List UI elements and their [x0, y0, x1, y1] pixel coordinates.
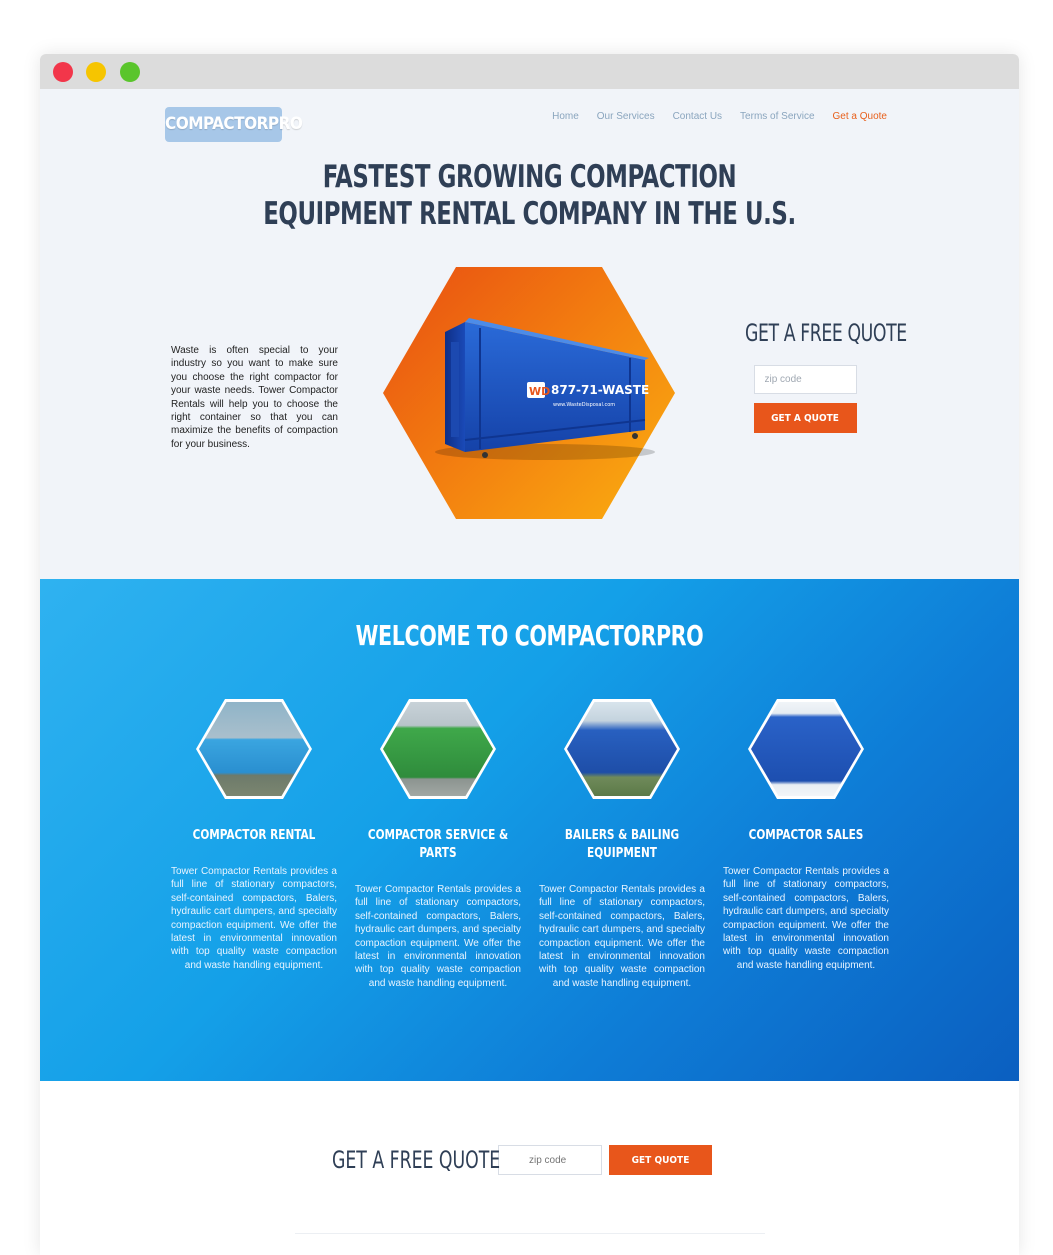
compactor-container-illustration: WD 877-71-WASTE www.WasteDisposal.com [405, 312, 661, 462]
service-description: Tower Compactor Rentals provides a full … [539, 884, 705, 989]
hero-section: COMPACTORPRO Home Our Services Contact U… [40, 89, 1019, 579]
service-description: Tower Compactor Rentals provides a full … [171, 866, 337, 971]
bottom-quote-form: GET A FREE QUOTE GET QUOTE [332, 1145, 712, 1175]
service-title-line-1: COMPACTOR SERVICE & [367, 828, 509, 843]
nav-our-services[interactable]: Our Services [597, 111, 655, 122]
bottom-quote-title: GET A FREE QUOTE [332, 1146, 501, 1174]
bottom-zip-code-input[interactable] [498, 1145, 602, 1175]
quote-form-title: GET A FREE QUOTE [745, 319, 907, 347]
service-title: COMPACTOR SALES [731, 827, 880, 845]
maximize-window-button[interactable] [120, 62, 140, 82]
hero-intro-text: Waste is often special to your industry … [171, 345, 338, 450]
nav-get-a-quote[interactable]: Get a Quote [833, 111, 887, 122]
service-title-line-1: COMPACTOR SALES [748, 828, 864, 843]
nav-home[interactable]: Home [552, 111, 579, 122]
service-title: COMPACTOR RENTAL [179, 827, 328, 845]
service-description: Tower Compactor Rentals provides a full … [355, 884, 521, 989]
service-image-frame [196, 699, 312, 799]
browser-window: COMPACTORPRO Home Our Services Contact U… [40, 54, 1019, 1255]
service-title: BAILERS & BAILING EQUIPMENT [547, 827, 696, 863]
get-quote-button[interactable]: GET QUOTE [609, 1145, 712, 1175]
nav-terms-of-service[interactable]: Terms of Service [740, 111, 814, 122]
compactor-sales-photo [751, 702, 861, 796]
container-phone-text: 877-71-WASTE [551, 383, 649, 397]
site-logo[interactable]: COMPACTORPRO [165, 107, 303, 142]
service-image-frame [564, 699, 680, 799]
headline-line-1: FASTEST GROWING COMPACTION [322, 159, 737, 195]
welcome-section: WELCOME TO COMPACTORPRO COMPACTOR RENTAL… [40, 579, 1019, 1081]
nav-contact-us[interactable]: Contact Us [673, 111, 722, 122]
service-title-line-1: COMPACTOR RENTAL [192, 828, 316, 843]
get-a-quote-button[interactable]: GET A QUOTE [753, 403, 857, 433]
service-card-bailers-bailing-equipment[interactable]: BAILERS & BAILING EQUIPMENT Tower Compac… [539, 699, 705, 990]
minimize-window-button[interactable] [86, 62, 106, 82]
hero-headline: FASTEST GROWING COMPACTION EQUIPMENT REN… [128, 159, 931, 233]
service-description: Tower Compactor Rentals provides a full … [723, 866, 889, 971]
hero-quote-form: GET A FREE QUOTE GET A QUOTE [730, 319, 907, 433]
container-url-text: www.WasteDisposal.com [553, 402, 615, 408]
bottom-quote-section: GET A FREE QUOTE GET QUOTE [40, 1081, 1019, 1255]
footer-divider [295, 1233, 765, 1234]
service-card-compactor-rental[interactable]: COMPACTOR RENTAL Tower Compactor Rentals… [171, 699, 337, 972]
compactor-service-photo [383, 702, 493, 796]
service-image-frame [748, 699, 864, 799]
service-title-line-2: PARTS [419, 846, 457, 861]
service-card-compactor-service-parts[interactable]: COMPACTOR SERVICE & PARTS Tower Compacto… [355, 699, 521, 990]
main-nav: Home Our Services Contact Us Terms of Se… [552, 111, 887, 122]
close-window-button[interactable] [53, 62, 73, 82]
service-title: COMPACTOR SERVICE & PARTS [363, 827, 512, 863]
service-title-line-2: EQUIPMENT [587, 846, 657, 861]
service-title-line-1: BAILERS & BAILING [564, 828, 680, 843]
compactor-rental-photo [199, 702, 309, 796]
hero-container-image: WD 877-71-WASTE www.WasteDisposal.com [383, 267, 675, 519]
window-titlebar [40, 54, 1019, 89]
zip-code-input[interactable] [753, 365, 857, 394]
headline-line-2: EQUIPMENT RENTAL COMPANY IN THE U.S. [263, 196, 796, 232]
bailers-photo [567, 702, 677, 796]
container-brand-mark: WD [529, 385, 550, 398]
service-image-frame [380, 699, 496, 799]
welcome-title: WELCOME TO COMPACTORPRO [355, 619, 704, 652]
service-card-compactor-sales[interactable]: COMPACTOR SALES Tower Compactor Rentals … [723, 699, 889, 972]
